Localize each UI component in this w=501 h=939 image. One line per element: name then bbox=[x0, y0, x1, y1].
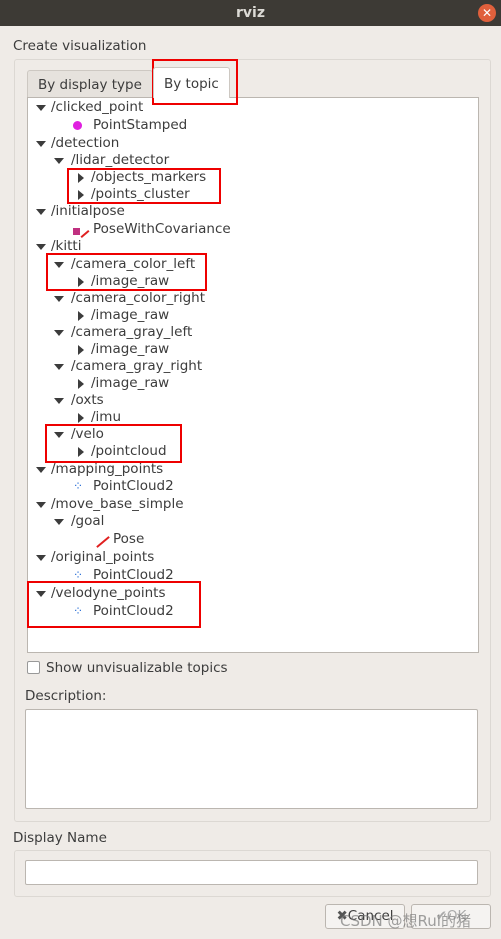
expanded-arrow-icon[interactable] bbox=[36, 141, 46, 147]
collapsed-arrow-icon[interactable] bbox=[78, 173, 84, 183]
show-unvisualizable-label: Show unvisualizable topics bbox=[46, 660, 228, 676]
item-label: /mapping_points bbox=[51, 461, 164, 477]
display-name-input[interactable] bbox=[25, 860, 478, 885]
item-label: /camera_color_left bbox=[71, 256, 196, 272]
expanded-arrow-icon[interactable] bbox=[54, 519, 64, 525]
expanded-arrow-icon[interactable] bbox=[36, 467, 46, 473]
item-label: /kitti bbox=[51, 238, 82, 254]
expanded-arrow-icon[interactable] bbox=[36, 555, 46, 561]
item-label: PointStamped bbox=[93, 117, 188, 133]
item-label: /pointcloud bbox=[91, 443, 167, 459]
item-label: /clicked_point bbox=[51, 99, 144, 115]
item-label: /goal bbox=[71, 513, 105, 529]
close-button[interactable]: ✕ bbox=[478, 4, 496, 22]
topic-tree[interactable]: /clicked_point PointStamped/detection/lid… bbox=[27, 97, 479, 653]
collapsed-arrow-icon[interactable] bbox=[78, 311, 84, 321]
item-label: /objects_markers bbox=[91, 169, 207, 185]
item-label: Pose bbox=[113, 531, 145, 547]
expanded-arrow-icon[interactable] bbox=[54, 364, 64, 370]
window-title: rviz bbox=[236, 5, 265, 21]
item-label: /image_raw bbox=[91, 273, 170, 289]
show-unvisualizable-checkbox[interactable] bbox=[27, 661, 40, 674]
title-bar: rviz ✕ bbox=[0, 0, 501, 26]
expanded-arrow-icon[interactable] bbox=[54, 398, 64, 404]
item-label: PoseWithCovariance bbox=[93, 221, 231, 237]
expanded-arrow-icon[interactable] bbox=[36, 502, 46, 508]
item-label: /lidar_detector bbox=[71, 152, 170, 168]
item-label: PointCloud2 bbox=[93, 478, 174, 494]
collapsed-arrow-icon[interactable] bbox=[78, 345, 84, 355]
expanded-arrow-icon[interactable] bbox=[36, 244, 46, 250]
item-label: /image_raw bbox=[91, 307, 170, 323]
expanded-arrow-icon[interactable] bbox=[54, 262, 64, 268]
item-label: /imu bbox=[91, 409, 122, 425]
expanded-arrow-icon[interactable] bbox=[54, 296, 64, 302]
collapsed-arrow-icon[interactable] bbox=[78, 447, 84, 457]
item-label: /camera_gray_right bbox=[71, 358, 203, 374]
collapsed-arrow-icon[interactable] bbox=[78, 277, 84, 287]
item-label: /camera_gray_left bbox=[71, 324, 193, 340]
item-label: /camera_color_right bbox=[71, 290, 205, 306]
tab-by-topic[interactable]: By topic bbox=[153, 67, 230, 98]
expanded-arrow-icon[interactable] bbox=[36, 105, 46, 111]
item-label: /image_raw bbox=[91, 375, 170, 391]
display-name-label: Display Name bbox=[13, 830, 107, 846]
collapsed-arrow-icon[interactable] bbox=[78, 413, 84, 423]
item-label: /points_cluster bbox=[91, 186, 190, 202]
item-label: /velo bbox=[71, 426, 104, 442]
description-box bbox=[25, 709, 478, 809]
description-label: Description: bbox=[25, 688, 107, 704]
expanded-arrow-icon[interactable] bbox=[54, 158, 64, 164]
expanded-arrow-icon[interactable] bbox=[54, 330, 64, 336]
watermark: CSDN @想Rui的猪 bbox=[340, 912, 471, 930]
expanded-arrow-icon[interactable] bbox=[36, 591, 46, 597]
item-label: /initialpose bbox=[51, 203, 125, 219]
item-label: /detection bbox=[51, 135, 120, 151]
expanded-arrow-icon[interactable] bbox=[36, 209, 46, 215]
tab-by-display-type[interactable]: By display type bbox=[27, 70, 153, 98]
item-label: /oxts bbox=[71, 392, 104, 408]
collapsed-arrow-icon[interactable] bbox=[78, 190, 84, 200]
heading: Create visualization bbox=[13, 38, 147, 54]
expanded-arrow-icon[interactable] bbox=[54, 432, 64, 438]
item-label: /move_base_simple bbox=[51, 496, 184, 512]
item-label: /velodyne_points bbox=[51, 585, 166, 601]
item-label: /image_raw bbox=[91, 341, 170, 357]
item-label: PointCloud2 bbox=[93, 603, 174, 619]
item-label: PointCloud2 bbox=[93, 567, 174, 583]
collapsed-arrow-icon[interactable] bbox=[78, 379, 84, 389]
item-label: /original_points bbox=[51, 549, 155, 565]
